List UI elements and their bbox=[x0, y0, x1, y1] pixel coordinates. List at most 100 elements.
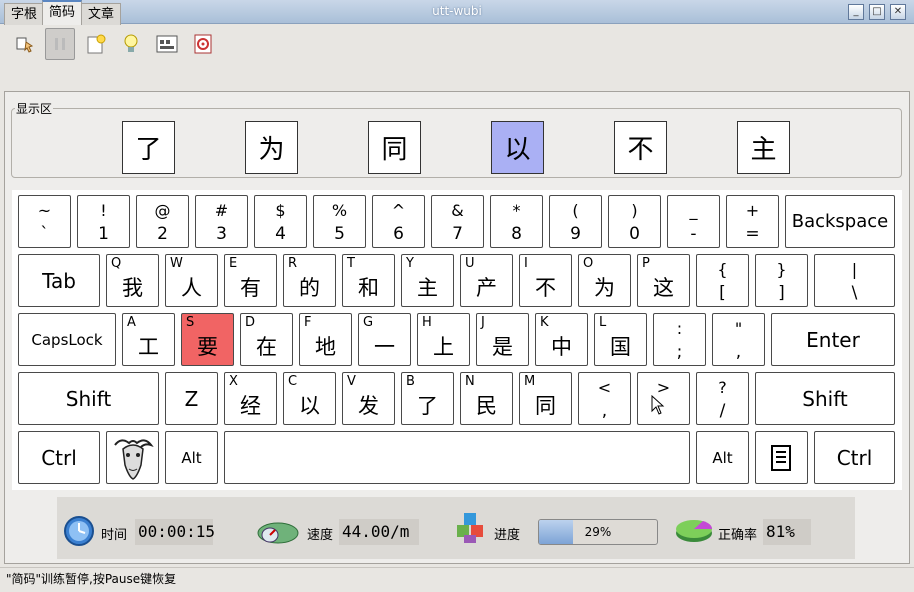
pause-icon bbox=[55, 38, 65, 50]
display-char-current: 以 bbox=[491, 121, 544, 174]
key-x[interactable]: X经 bbox=[224, 372, 277, 425]
key-left-shift[interactable]: Shift bbox=[18, 372, 159, 425]
key-p[interactable]: P这 bbox=[637, 254, 690, 307]
key-left-alt[interactable]: Alt bbox=[165, 431, 218, 484]
window-title: utt-wubi bbox=[432, 4, 482, 18]
display-char: 同 bbox=[368, 121, 421, 174]
time-value: 00:00:15 bbox=[135, 519, 215, 545]
key-0[interactable]: ) 0 bbox=[608, 195, 661, 248]
key-k[interactable]: K中 bbox=[535, 313, 588, 366]
key-g[interactable]: G一 bbox=[358, 313, 411, 366]
key-a[interactable]: A工 bbox=[122, 313, 175, 366]
close-button[interactable]: ✕ bbox=[890, 4, 906, 20]
key-1[interactable]: ! 1 bbox=[77, 195, 130, 248]
key-6[interactable]: ^ 6 bbox=[372, 195, 425, 248]
lightbulb-button[interactable] bbox=[116, 28, 146, 60]
key-minus[interactable]: _ - bbox=[667, 195, 720, 248]
lightbulb-icon bbox=[124, 34, 138, 52]
minimize-button[interactable]: _ bbox=[848, 4, 864, 20]
key-backtick[interactable]: ~ ` bbox=[18, 195, 71, 248]
key-2[interactable]: @2 bbox=[136, 195, 189, 248]
mouse-cursor-icon bbox=[651, 395, 665, 415]
accuracy-value: 81% bbox=[763, 519, 811, 545]
display-group-label: 显示区 bbox=[15, 100, 54, 117]
accuracy-pie-icon bbox=[676, 520, 713, 542]
key-4[interactable]: $4 bbox=[254, 195, 307, 248]
key-v[interactable]: V发 bbox=[342, 372, 395, 425]
key-d[interactable]: D在 bbox=[240, 313, 293, 366]
key-b[interactable]: B了 bbox=[401, 372, 454, 425]
speed-label: 速度 bbox=[307, 528, 334, 543]
key-backspace[interactable]: Backspace bbox=[785, 195, 895, 248]
key-5[interactable]: % 5 bbox=[313, 195, 366, 248]
key-right-bracket[interactable]: }] bbox=[755, 254, 808, 307]
key-9[interactable]: (9 bbox=[549, 195, 602, 248]
key-y[interactable]: Y主 bbox=[401, 254, 454, 307]
key-j[interactable]: J是 bbox=[476, 313, 529, 366]
key-f[interactable]: F地 bbox=[299, 313, 352, 366]
tab-zigen[interactable]: 字根 bbox=[4, 3, 45, 25]
virtual-keyboard: ~ ` ! 1 @2 #3 $4 % 5 ^ 6 & 7 * 8 (9 ) 0 _ - + = B… bbox=[12, 190, 902, 490]
key-i[interactable]: I不 bbox=[519, 254, 572, 307]
key-enter[interactable]: Enter bbox=[771, 313, 895, 366]
key-7[interactable]: & 7 bbox=[431, 195, 484, 248]
key-s-highlighted[interactable]: S要 bbox=[181, 313, 234, 366]
pause-button[interactable] bbox=[45, 28, 75, 60]
key-equals[interactable]: + = bbox=[726, 195, 779, 248]
key-left-bracket[interactable]: {[ bbox=[696, 254, 749, 307]
accuracy-label: 正确率 bbox=[718, 528, 758, 543]
key-3[interactable]: #3 bbox=[195, 195, 248, 248]
key-8[interactable]: * 8 bbox=[490, 195, 543, 248]
key-menu[interactable] bbox=[755, 431, 808, 484]
tab-jianma[interactable]: 简码 bbox=[42, 0, 83, 25]
keyboard-icon bbox=[156, 35, 178, 53]
key-u[interactable]: U产 bbox=[460, 254, 513, 307]
key-right-shift[interactable]: Shift bbox=[755, 372, 895, 425]
blocks-icon bbox=[457, 513, 483, 543]
target-button[interactable] bbox=[188, 28, 218, 60]
display-char: 了 bbox=[122, 121, 175, 174]
display-char: 为 bbox=[245, 121, 298, 174]
hand-pointer-button[interactable] bbox=[10, 28, 40, 60]
key-l[interactable]: L国 bbox=[594, 313, 647, 366]
key-semicolon[interactable]: :; bbox=[653, 313, 706, 366]
key-z[interactable]: Z bbox=[165, 372, 218, 425]
speedometer-icon bbox=[257, 522, 299, 544]
key-e[interactable]: E有 bbox=[224, 254, 277, 307]
new-file-icon bbox=[87, 34, 106, 54]
key-right-alt[interactable]: Alt bbox=[696, 431, 749, 484]
display-char: 主 bbox=[737, 121, 790, 174]
key-n[interactable]: N民 bbox=[460, 372, 513, 425]
key-q[interactable]: Q我 bbox=[106, 254, 159, 307]
key-m[interactable]: M同 bbox=[519, 372, 572, 425]
toolbar bbox=[0, 26, 914, 62]
display-char: 不 bbox=[614, 121, 667, 174]
time-label: 时间 bbox=[101, 528, 128, 543]
key-space[interactable] bbox=[224, 431, 690, 484]
stats-bar: 时间 00:00:15 速度 44.00/m 进度 29% 正确率 81% bbox=[57, 497, 855, 559]
key-comma[interactable]: <, bbox=[578, 372, 631, 425]
key-h[interactable]: H上 bbox=[417, 313, 470, 366]
key-right-ctrl[interactable]: Ctrl bbox=[814, 431, 895, 484]
key-w[interactable]: W人 bbox=[165, 254, 218, 307]
key-slash[interactable]: ? / bbox=[696, 372, 749, 425]
keyboard-button[interactable] bbox=[152, 28, 182, 60]
progress-bar: 29% bbox=[538, 519, 658, 545]
key-c[interactable]: C以 bbox=[283, 372, 336, 425]
tab-wenzhang[interactable]: 文章 bbox=[81, 3, 122, 25]
key-period[interactable]: > bbox=[637, 372, 690, 425]
speed-value: 44.00/m bbox=[339, 519, 419, 545]
key-t[interactable]: T和 bbox=[342, 254, 395, 307]
new-file-button[interactable] bbox=[81, 28, 111, 60]
key-quote[interactable]: ", bbox=[712, 313, 765, 366]
key-capslock[interactable]: CapsLock bbox=[18, 313, 116, 366]
key-left-ctrl[interactable]: Ctrl bbox=[18, 431, 100, 484]
key-o[interactable]: O为 bbox=[578, 254, 631, 307]
key-super[interactable] bbox=[106, 431, 159, 484]
key-tab[interactable]: Tab bbox=[18, 254, 100, 307]
hand-pointer-icon bbox=[16, 37, 34, 53]
key-r[interactable]: R的 bbox=[283, 254, 336, 307]
key-backslash[interactable]: | \ bbox=[814, 254, 895, 307]
title-bar: utt-wubi _ □ ✕ bbox=[0, 0, 914, 24]
maximize-button[interactable]: □ bbox=[869, 4, 885, 20]
